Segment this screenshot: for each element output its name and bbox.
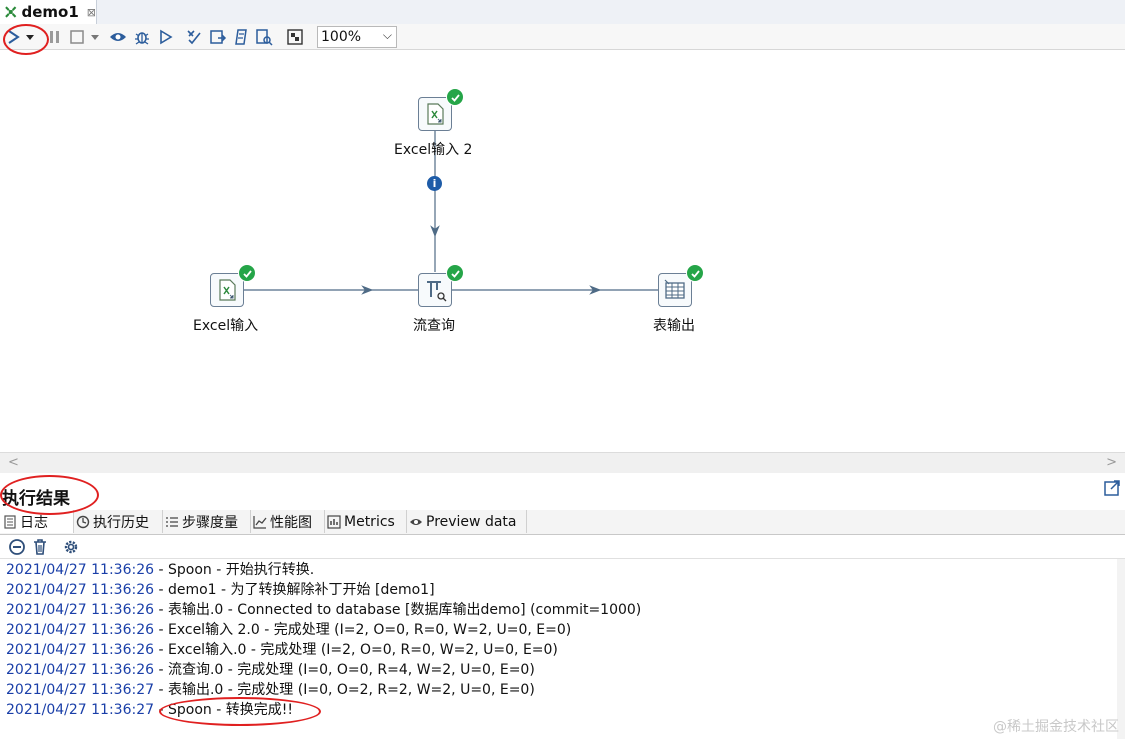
- success-check-icon: [238, 264, 256, 282]
- history-icon: [76, 515, 90, 528]
- excel-file-icon: [427, 103, 444, 125]
- step-label: 表输出: [653, 318, 695, 334]
- log-line: 2021/04/27 11:36:26 - Excel输入 2.0 - 完成处理…: [6, 622, 572, 638]
- trash-icon[interactable]: [31, 538, 49, 556]
- list-icon: [166, 516, 178, 527]
- tab-performance-graph[interactable]: 性能图: [250, 510, 325, 533]
- log-line: 2021/04/27 11:36:26 - Excel输入.0 - 完成处理 (…: [6, 642, 558, 658]
- annotation-circle-run: [3, 24, 49, 55]
- annotation-circle-results: [0, 475, 99, 515]
- scroll-left-icon[interactable]: <: [8, 455, 19, 470]
- lookup-icon: [427, 281, 447, 302]
- scroll-right-icon[interactable]: >: [1106, 455, 1117, 470]
- watermark: @稀土掘金技术社区: [993, 719, 1119, 735]
- hop-connections: [244, 130, 658, 295]
- annotation-circle-finished: [159, 697, 321, 726]
- log-icon: [4, 514, 16, 529]
- step-label: 流查询: [413, 318, 455, 334]
- eye-icon: [410, 518, 422, 525]
- log-toolbar: [0, 535, 1125, 557]
- info-icon[interactable]: i: [427, 176, 442, 191]
- tab-execution-history[interactable]: 执行历史: [73, 510, 163, 533]
- log-line: 2021/04/27 11:36:27 - 表输出.0 - 完成处理 (I=0,…: [6, 682, 535, 698]
- gear-icon[interactable]: [62, 538, 80, 556]
- log-line: 2021/04/27 11:36:26 - demo1 - 为了转换解除补丁开始…: [6, 582, 435, 598]
- tab-metrics[interactable]: Metrics: [324, 510, 407, 533]
- metrics-icon: [327, 514, 341, 529]
- step-label: Excel输入: [193, 318, 259, 334]
- line-chart-icon: [253, 515, 267, 529]
- clear-log-icon[interactable]: [8, 538, 26, 556]
- success-check-icon: [686, 264, 704, 282]
- log-line: 2021/04/27 11:36:26 - 表输出.0 - Connected …: [6, 602, 642, 618]
- maximize-icon[interactable]: [1103, 479, 1121, 497]
- canvas-horizontal-scrollbar[interactable]: < >: [0, 452, 1125, 473]
- success-check-icon: [446, 264, 464, 282]
- excel-file-icon: [219, 279, 236, 301]
- tab-preview-data[interactable]: Preview data: [406, 510, 527, 533]
- log-line: 2021/04/27 11:36:26 - 流查询.0 - 完成处理 (I=0,…: [6, 662, 535, 678]
- table-icon: [664, 279, 685, 299]
- success-check-icon: [446, 88, 464, 106]
- log-line: 2021/04/27 11:36:26 - Spoon - 开始执行转换.: [6, 562, 315, 578]
- step-label: Excel输入 2: [394, 142, 473, 158]
- tab-step-metrics[interactable]: 步骤度量: [162, 510, 251, 533]
- log-vertical-scrollbar[interactable]: [1117, 559, 1125, 739]
- results-tabs: 日志 执行历史 步骤度量 性能图 Metrics Preview data: [0, 510, 1125, 535]
